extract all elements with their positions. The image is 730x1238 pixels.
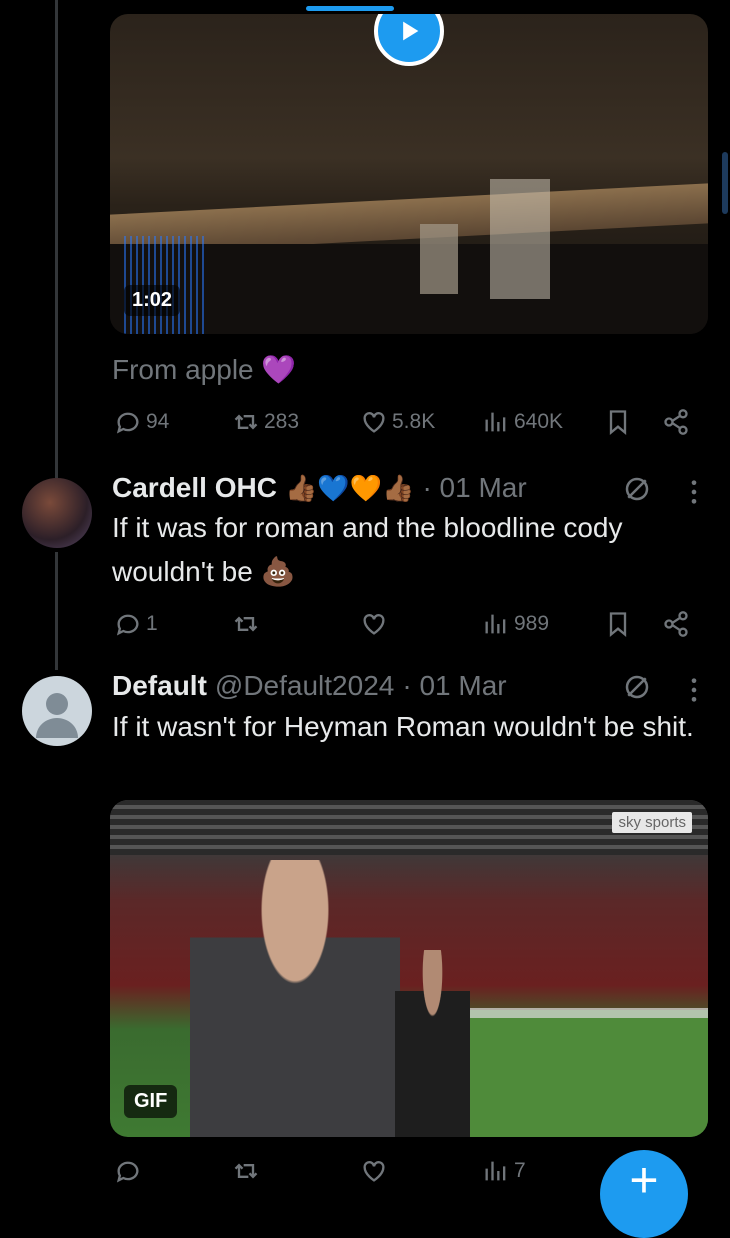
reply-text: If it wasn't for Heyman Roman wouldn't b… bbox=[112, 711, 694, 742]
avatar[interactable] bbox=[22, 676, 92, 746]
thread-line bbox=[55, 552, 58, 670]
video-player[interactable]: 1:02 bbox=[110, 14, 708, 334]
views-icon bbox=[485, 614, 506, 634]
name-emojis: 👍🏾💙🧡👍🏾 bbox=[284, 472, 415, 503]
plus-icon: + bbox=[629, 1152, 659, 1208]
views-icon bbox=[485, 412, 506, 432]
reply-text-body: If it was for roman and the bloodline co… bbox=[112, 512, 623, 587]
like-button[interactable]: 5.8K bbox=[360, 408, 435, 436]
view-count: 640K bbox=[514, 410, 564, 433]
views-button[interactable]: 7 bbox=[482, 1157, 526, 1185]
retweet-icon bbox=[234, 1163, 258, 1179]
retweet-icon bbox=[234, 616, 258, 632]
views-button[interactable]: 989 bbox=[482, 610, 549, 638]
reply-header: Default @Default2024 · 01 Mar bbox=[112, 670, 507, 702]
more-vertical-icon bbox=[691, 678, 697, 702]
gif-badge: GIF bbox=[124, 1085, 178, 1118]
play-button[interactable] bbox=[374, 14, 444, 66]
heart-icon bbox=[363, 1161, 385, 1182]
heart-icon bbox=[363, 412, 385, 433]
thread-line bbox=[55, 0, 58, 478]
share-icon bbox=[664, 409, 688, 435]
reply-button[interactable] bbox=[114, 1157, 142, 1185]
avatar[interactable] bbox=[22, 478, 92, 548]
sky-sports-watermark: sky sports bbox=[612, 812, 692, 833]
video-duration-badge: 1:02 bbox=[124, 285, 181, 316]
views-button[interactable]: 640K bbox=[482, 408, 563, 436]
like-count: 5.8K bbox=[392, 410, 436, 433]
grok-button[interactable] bbox=[622, 474, 652, 509]
default-avatar-icon bbox=[36, 693, 78, 738]
reply-icon bbox=[116, 412, 139, 434]
retweet-icon bbox=[234, 414, 258, 430]
retweet-count: 283 bbox=[264, 410, 300, 433]
reply-button[interactable]: 94 bbox=[114, 408, 169, 436]
view-count: 989 bbox=[514, 612, 550, 635]
purple-heart-emoji: 💜 bbox=[261, 354, 297, 385]
play-icon bbox=[403, 21, 419, 41]
display-name[interactable]: Default bbox=[112, 670, 207, 702]
like-button[interactable] bbox=[360, 1157, 388, 1185]
reply-count: 1 bbox=[146, 612, 158, 635]
share-button[interactable] bbox=[662, 610, 690, 638]
bookmark-button[interactable] bbox=[604, 408, 632, 436]
scrollbar[interactable] bbox=[722, 152, 728, 214]
views-icon bbox=[485, 1161, 506, 1181]
tweet-caption: From apple 💜 bbox=[112, 348, 296, 392]
display-name[interactable]: Cardell OHC bbox=[112, 472, 277, 504]
reply-header: Cardell OHC 👍🏾💙🧡👍🏾 · 01 Mar bbox=[112, 472, 527, 504]
more-vertical-icon bbox=[691, 480, 697, 504]
heart-icon bbox=[363, 614, 385, 635]
retweet-button[interactable] bbox=[232, 1157, 260, 1185]
compose-button[interactable]: + bbox=[600, 1150, 688, 1238]
retweet-button[interactable]: 283 bbox=[232, 408, 299, 436]
bookmark-icon bbox=[609, 410, 627, 435]
user-handle[interactable]: @Default2024 bbox=[215, 670, 394, 702]
grok-icon bbox=[625, 477, 649, 501]
bookmark-button[interactable] bbox=[604, 610, 632, 638]
grok-button[interactable] bbox=[622, 672, 652, 707]
reply-button[interactable]: 1 bbox=[114, 610, 158, 638]
reply-count: 94 bbox=[146, 410, 170, 433]
reply-icon bbox=[116, 614, 139, 636]
tweet-date[interactable]: · 01 Mar bbox=[422, 472, 526, 504]
share-icon bbox=[664, 611, 688, 637]
share-button[interactable] bbox=[662, 408, 690, 436]
bookmark-icon bbox=[609, 612, 627, 637]
tweet-date[interactable]: · 01 Mar bbox=[402, 670, 506, 702]
like-button[interactable] bbox=[360, 610, 388, 638]
gif-media[interactable]: sky sports GIF bbox=[110, 800, 708, 1137]
caption-text: From apple bbox=[112, 354, 254, 385]
scroll-indicator bbox=[306, 6, 394, 11]
grok-icon bbox=[625, 675, 649, 699]
reply-text: If it was for roman and the bloodline co… bbox=[112, 506, 692, 594]
poop-emoji: 💩 bbox=[260, 556, 296, 587]
retweet-button[interactable] bbox=[232, 610, 260, 638]
reply-icon bbox=[116, 1161, 139, 1183]
view-count: 7 bbox=[514, 1159, 526, 1182]
